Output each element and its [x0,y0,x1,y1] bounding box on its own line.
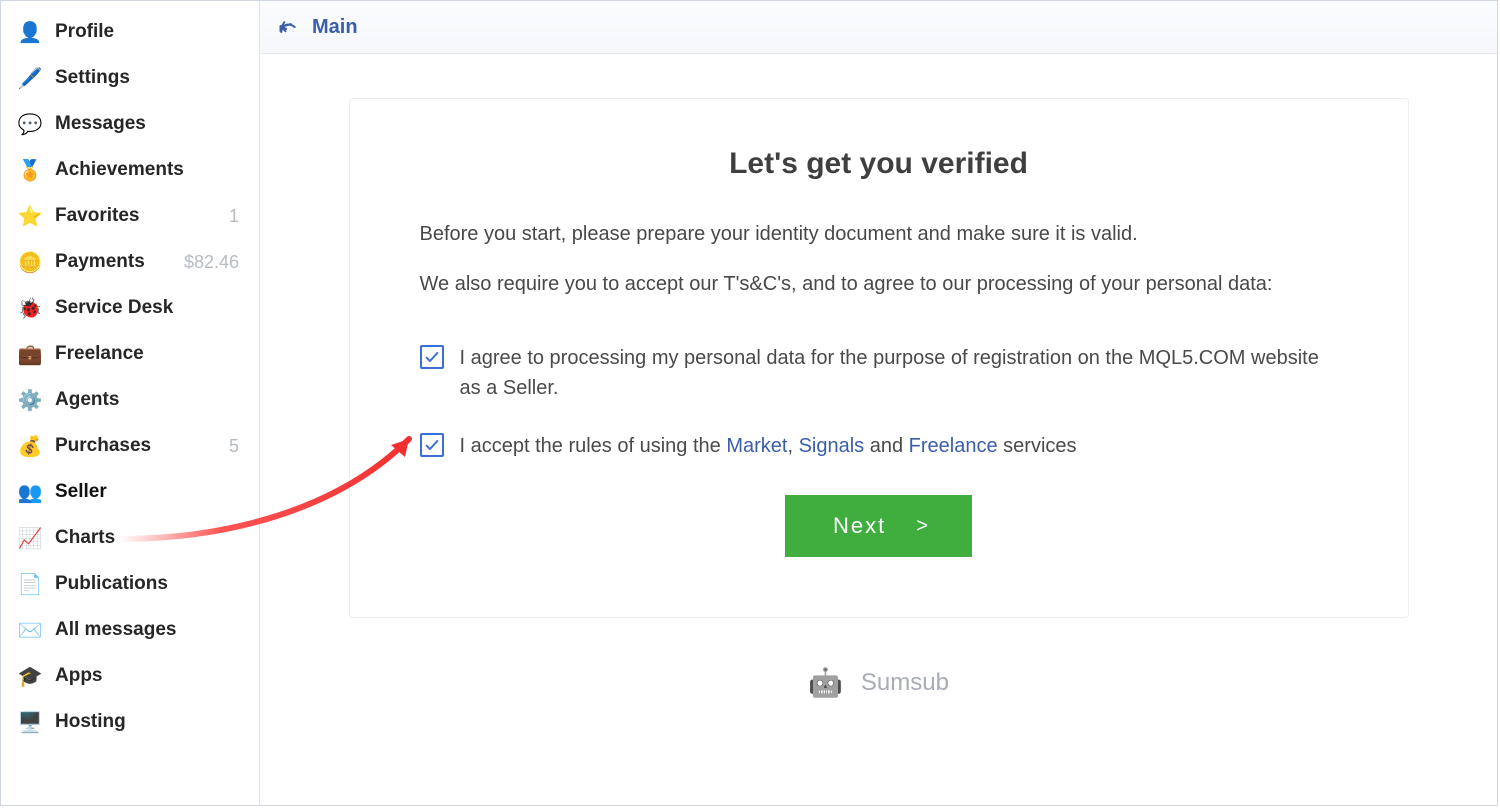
sidebar-item-apps[interactable]: 🎓 Apps [1,653,259,699]
sidebar-item-freelance[interactable]: 💼 Freelance [1,331,259,377]
footer-brand: 🤖 Sumsub [808,666,949,699]
market-link[interactable]: Market [726,435,787,457]
consent-checkbox-1[interactable] [420,345,444,369]
card-paragraph-2: We also require you to accept our T's&C'… [420,269,1338,299]
apps-icon: 🎓 [19,665,41,687]
sidebar-item-label: Achievements [55,159,184,181]
seller-icon: 👥 [19,481,41,503]
next-button[interactable]: Next > [785,495,972,557]
sidebar-badge: $82.46 [184,252,239,273]
verify-card: Let's get you verified Before you start,… [349,98,1409,618]
sidebar: 👤 Profile 🖊️ Settings 💬 Messages 🏅 Achie… [1,1,260,805]
breadcrumb: Main [260,1,1497,54]
sidebar-item-charts[interactable]: 📈 Charts [1,515,259,561]
next-row: Next > [420,495,1338,557]
consent-text-2-sep2: and [864,435,908,457]
bug-icon: 🐞 [19,297,41,319]
signals-link[interactable]: Signals [799,435,865,457]
star-icon: ⭐ [19,205,41,227]
sidebar-item-profile[interactable]: 👤 Profile [1,9,259,55]
sidebar-item-label: Messages [55,113,146,135]
freelance-link[interactable]: Freelance [909,435,998,457]
purchases-icon: 💰 [19,435,41,457]
sidebar-item-label: Profile [55,21,114,43]
sidebar-item-label: Agents [55,389,119,411]
hosting-icon: 🖥️ [19,711,41,733]
sidebar-item-label: Publications [55,573,168,595]
content-area: Let's get you verified Before you start,… [260,54,1497,805]
sidebar-item-label: Apps [55,665,103,687]
consent-text-2-prefix: I accept the rules of using the [460,435,727,457]
charts-icon: 📈 [19,527,41,549]
sidebar-item-hosting[interactable]: 🖥️ Hosting [1,699,259,745]
sumsub-logo-icon: 🤖 [808,666,843,699]
consent-row-1: I agree to processing my personal data f… [420,343,1338,403]
consent-row-2: I accept the rules of using the Market, … [420,431,1338,461]
consent-text-2: I accept the rules of using the Market, … [460,431,1077,461]
next-button-label: Next [833,513,886,539]
sidebar-item-label: All messages [55,619,176,641]
sidebar-item-agents[interactable]: ⚙️ Agents [1,377,259,423]
gear-icon: ⚙️ [19,389,41,411]
sidebar-item-favorites[interactable]: ⭐ Favorites 1 [1,193,259,239]
sidebar-item-label: Hosting [55,711,126,733]
sidebar-item-seller[interactable]: 👥 Seller [1,469,259,515]
briefcase-icon: 💼 [19,343,41,365]
consent-text-1: I agree to processing my personal data f… [460,343,1338,403]
settings-icon: 🖊️ [19,67,41,89]
back-arrow-icon[interactable] [278,17,298,37]
sidebar-item-payments[interactable]: 🪙 Payments $82.46 [1,239,259,285]
person-icon: 👤 [19,21,41,43]
main-panel: Main Let's get you verified Before you s… [260,1,1497,805]
consent-checkbox-2[interactable] [420,433,444,457]
sidebar-badge: 1 [229,206,239,227]
sidebar-item-label: Settings [55,67,130,89]
sidebar-item-servicedesk[interactable]: 🐞 Service Desk [1,285,259,331]
card-paragraph-1: Before you start, please prepare your id… [420,219,1338,249]
sidebar-item-label: Seller [55,481,107,503]
coins-icon: 🪙 [19,251,41,273]
doc-icon: 📄 [19,573,41,595]
footer-brand-label: Sumsub [861,669,949,697]
envelope-icon: ✉️ [19,619,41,641]
consent-text-2-sep1: , [787,435,798,457]
sidebar-item-publications[interactable]: 📄 Publications [1,561,259,607]
chevron-right-icon: > [916,515,930,538]
sidebar-item-allmessages[interactable]: ✉️ All messages [1,607,259,653]
breadcrumb-main-link[interactable]: Main [312,16,358,39]
sidebar-item-label: Favorites [55,205,139,227]
sidebar-item-label: Freelance [55,343,144,365]
sidebar-item-label: Purchases [55,435,151,457]
sidebar-item-label: Service Desk [55,297,173,319]
sidebar-item-label: Payments [55,251,145,273]
card-title: Let's get you verified [420,147,1338,181]
sidebar-item-settings[interactable]: 🖊️ Settings [1,55,259,101]
consent-text-2-suffix: services [998,435,1077,457]
achievement-icon: 🏅 [19,159,41,181]
sidebar-item-purchases[interactable]: 💰 Purchases 5 [1,423,259,469]
sidebar-badge: 5 [229,436,239,457]
messages-icon: 💬 [19,113,41,135]
consent-block: I agree to processing my personal data f… [420,343,1338,461]
sidebar-item-achievements[interactable]: 🏅 Achievements [1,147,259,193]
sidebar-item-messages[interactable]: 💬 Messages [1,101,259,147]
sidebar-item-label: Charts [55,527,115,549]
app-frame: 👤 Profile 🖊️ Settings 💬 Messages 🏅 Achie… [0,0,1498,806]
